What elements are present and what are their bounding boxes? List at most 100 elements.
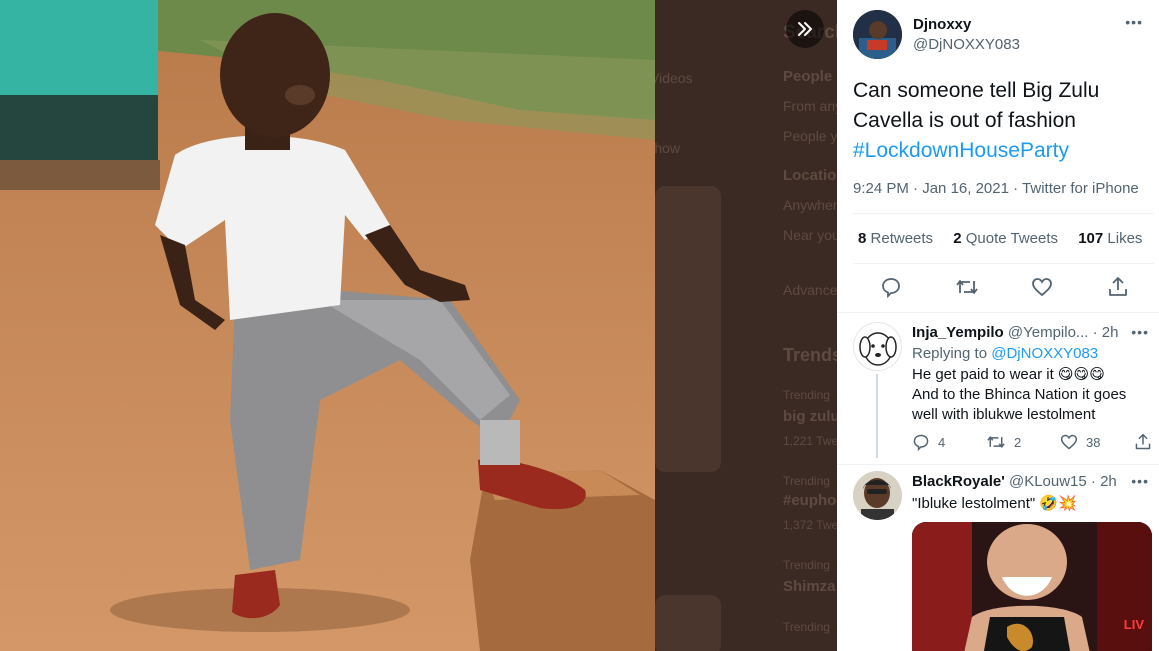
- bg-location-heading: Location: [783, 167, 837, 184]
- tweet-actions: [837, 270, 1159, 306]
- bg-trend-context: Trending: [783, 558, 830, 572]
- bg-show-label: Show: [655, 140, 681, 156]
- heart-icon: [1032, 278, 1052, 297]
- reply-author-handle[interactable]: @KLouw15: [1009, 473, 1087, 490]
- tweet-header: Djnoxxy @DjNOXXY083 •••: [853, 10, 1149, 60]
- reply-text-line: well with iblukwe lestolment: [912, 406, 1096, 423]
- more-dots-icon[interactable]: •••: [1131, 324, 1149, 340]
- hashtag-link[interactable]: #LockdownHouseParty: [853, 136, 1148, 166]
- share-icon: [1135, 433, 1151, 450]
- tweet-date[interactable]: Jan 16, 2021: [922, 180, 1009, 197]
- quote-tweets-stat[interactable]: 2 Quote Tweets: [953, 230, 1058, 247]
- reply-time[interactable]: 2h: [1102, 324, 1119, 341]
- reply-header: BlackRoyale' @KLouw15 · 2h: [912, 473, 1117, 490]
- reply-author-name[interactable]: BlackRoyale': [912, 473, 1005, 490]
- reply-time[interactable]: 2h: [1100, 473, 1117, 490]
- likes-stat[interactable]: 107 Likes: [1078, 230, 1142, 247]
- thread-line: [876, 374, 878, 458]
- bg-tab-videos: Videos: [655, 70, 693, 86]
- reply-share-button[interactable]: [1134, 433, 1152, 451]
- tweet-meta: 9:24 PM · Jan 16, 2021 · Twitter for iPh…: [853, 180, 1139, 197]
- divider: [853, 263, 1154, 264]
- retweet-count: 2: [1014, 434, 1022, 450]
- author-handle[interactable]: @DjNOXXY083: [913, 36, 1020, 53]
- reply-like-button[interactable]: 38: [1060, 433, 1100, 451]
- bg-trend-context: Trending: [783, 388, 830, 402]
- bg-location-anywhere: Anywhere: [783, 197, 837, 213]
- quotes-label: Quote Tweets: [965, 230, 1059, 247]
- reply-tweet[interactable]: BlackRoyale' @KLouw15 · 2h ••• "Ibluke l…: [837, 464, 1159, 651]
- retweet-icon: [956, 280, 978, 294]
- like-button[interactable]: [1031, 276, 1055, 300]
- reply-tweet[interactable]: Inja_Yempilo @Yempilo... · 2h ••• Replyi…: [837, 312, 1159, 464]
- tweet-media-photo[interactable]: [0, 0, 655, 651]
- tweet-text-line: Can someone tell Big Zulu: [853, 79, 1100, 102]
- divider: [853, 213, 1154, 214]
- reply-button[interactable]: [880, 276, 904, 300]
- bg-media-card: [655, 186, 721, 472]
- reply-separator: ·: [1092, 324, 1102, 341]
- photo-illustration: [0, 0, 655, 651]
- like-count: 38: [1086, 434, 1101, 450]
- likes-count: 107: [1078, 230, 1104, 247]
- tweet-stats: 8 Retweets 2 Quote Tweets 107 Likes: [858, 230, 1158, 247]
- quotes-count: 2: [953, 230, 962, 247]
- reply-author-name[interactable]: Inja_Yempilo: [912, 324, 1004, 341]
- emoji-yum: 😋😋😋: [1057, 365, 1105, 383]
- tweet-time[interactable]: 9:24 PM: [853, 180, 909, 197]
- author-avatar[interactable]: [853, 10, 902, 59]
- retweets-count: 8: [858, 230, 867, 247]
- share-icon: [1109, 277, 1127, 296]
- reply-author-handle[interactable]: @Yempilo...: [1008, 324, 1089, 341]
- bg-trend-context: Trending: [783, 620, 830, 634]
- reply-text: He get paid to wear it 😋😋😋 And to the Bh…: [912, 364, 1126, 425]
- laughing-man-image: [912, 522, 1152, 651]
- avatar-image: [853, 10, 902, 59]
- expand-panel-button[interactable]: [786, 10, 824, 48]
- reply-text-line: And to the Bhinca Nation it goes: [912, 386, 1127, 403]
- dog-avatar-image: [859, 332, 897, 366]
- tweet-text-line: Cavella is out of fashion: [853, 109, 1076, 132]
- bg-people-follow: People you follow: [783, 128, 837, 144]
- bg-location-near: Near you: [783, 227, 837, 243]
- likes-label: Likes: [1107, 230, 1143, 247]
- background-page: Search People Videos From anyone Show Pe…: [655, 0, 837, 651]
- double-chevron-right-icon: [798, 22, 812, 36]
- bg-trend-count: 1,221 Tweets: [783, 434, 837, 448]
- avatar-image: [853, 471, 902, 520]
- retweets-stat[interactable]: 8 Retweets: [858, 230, 933, 247]
- bg-trend-context: Trending: [783, 474, 830, 488]
- tweet-detail-panel: Djnoxxy @DjNOXXY083 ••• Can someone tell…: [837, 0, 1159, 651]
- reply-text: "Ibluke lestolment" 🤣💥: [912, 493, 1077, 514]
- reply-icon: [882, 278, 900, 299]
- share-button[interactable]: [1107, 276, 1131, 300]
- bg-media-card: [655, 595, 721, 651]
- mention-link[interactable]: @DjNOXXY083: [991, 345, 1098, 362]
- bg-advanced-search: Advanced search: [783, 282, 837, 298]
- tweet-source[interactable]: Twitter for iPhone: [1022, 180, 1139, 197]
- bg-trend-count: 1,372 Tweets: [783, 518, 837, 532]
- author-name[interactable]: Djnoxxy: [913, 16, 971, 33]
- replying-to: Replying to @DjNOXXY083: [912, 344, 1098, 364]
- more-dots-icon[interactable]: •••: [1125, 14, 1143, 30]
- bg-trends-heading: Trends for you: [783, 345, 837, 365]
- bg-people-anyone: From anyone: [783, 98, 837, 114]
- reply-retweet-button[interactable]: 2: [986, 433, 1021, 451]
- bg-trend-name: #euphonik: [783, 492, 837, 509]
- more-dots-icon[interactable]: •••: [1131, 473, 1149, 489]
- replying-label: Replying to: [912, 345, 988, 362]
- reply-media-image[interactable]: LIV: [912, 522, 1152, 651]
- reply-reply-button[interactable]: 4: [912, 433, 945, 451]
- media-badge: LIV: [1123, 617, 1144, 632]
- emoji-laugh-boom: 🤣💥: [1039, 494, 1077, 512]
- reply-separator: ·: [1090, 473, 1101, 490]
- reply-header: Inja_Yempilo @Yempilo... · 2h: [912, 324, 1118, 341]
- reply-avatar[interactable]: [853, 322, 902, 371]
- bg-trend-name: Shimza: [783, 578, 836, 595]
- bg-people-heading: People: [783, 68, 833, 85]
- meta-separator: ·: [913, 180, 923, 197]
- reply-count: 4: [938, 434, 946, 450]
- reply-avatar[interactable]: [853, 471, 902, 520]
- retweet-button[interactable]: [955, 276, 979, 300]
- meta-separator: ·: [1013, 180, 1023, 197]
